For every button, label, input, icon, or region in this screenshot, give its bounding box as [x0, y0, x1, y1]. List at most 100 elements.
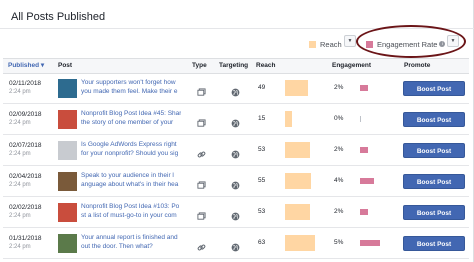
published-date: 02/04/2018	[9, 173, 42, 180]
table-row: 02/04/2018 2:24 pm Speak to your audienc…	[3, 166, 469, 197]
photo-icon	[197, 84, 206, 96]
reach-value: 53	[258, 146, 266, 153]
post-text-line: Nonprofit Blog Post Idea #103: Po	[81, 203, 180, 210]
post-text-line: Nonprofit Blog Post Idea #45: Shar	[81, 110, 181, 117]
reach-bar	[285, 235, 315, 251]
table-row: 02/07/2018 2:24 pm Is Google AdWords Exp…	[3, 135, 469, 166]
header-type[interactable]: Type	[189, 59, 216, 73]
link-icon	[197, 239, 206, 251]
photo-icon	[197, 208, 206, 220]
post-link[interactable]: Nonprofit Blog Post Idea #103: Po st a l…	[81, 202, 181, 220]
reach-value: 49	[258, 84, 266, 91]
highlight-ring	[356, 25, 466, 58]
post-text-line: Your supporters won't forget how	[81, 79, 176, 86]
post-text-line: you made them feel. Make their e	[81, 88, 178, 95]
post-link[interactable]: Speak to your audience in their l anguag…	[81, 171, 181, 189]
engagement-value: 0%	[334, 115, 344, 122]
globe-icon	[231, 208, 240, 221]
post-link[interactable]: Is Google AdWords Express right for your…	[81, 140, 181, 158]
engagement-bar	[360, 240, 380, 246]
posts-panel: All Posts Published Reach ▼ Engagement R…	[0, 0, 474, 262]
engagement-value: 2%	[334, 208, 344, 215]
engagement-value: 5%	[334, 239, 344, 246]
engagement-bar	[360, 178, 374, 184]
header-published[interactable]: Published ▾	[5, 59, 55, 73]
post-thumbnail[interactable]	[58, 110, 77, 129]
sort-down-icon: ▾	[40, 62, 45, 69]
photo-icon	[197, 115, 206, 127]
engagement-value: 2%	[334, 146, 344, 153]
boost-post-button[interactable]: Boost Post	[403, 236, 465, 251]
reach-bar	[285, 142, 310, 158]
engagement-bar	[360, 116, 361, 122]
post-text-line: out the door. Then what?	[81, 243, 153, 250]
post-text-line: for your nonprofit? Should you sig	[81, 150, 179, 157]
post-text-line: Your annual report is finished and	[81, 234, 178, 241]
post-link[interactable]: Nonprofit Blog Post Idea #45: Shar the s…	[81, 109, 181, 127]
reach-bar	[285, 80, 308, 96]
globe-icon	[231, 115, 240, 128]
post-text-line: the story of one member of your	[81, 119, 174, 126]
table-row: 02/11/2018 2:24 pm Your supporters won't…	[3, 73, 469, 104]
boost-post-button[interactable]: Boost Post	[403, 81, 465, 96]
table-row: 02/09/2018 2:24 pm Nonprofit Blog Post I…	[3, 104, 469, 135]
photo-icon	[197, 177, 206, 189]
header-targeting[interactable]: Targeting	[216, 59, 253, 73]
post-thumbnail[interactable]	[58, 141, 77, 160]
globe-icon	[231, 84, 240, 97]
boost-post-button[interactable]: Boost Post	[403, 174, 465, 189]
engagement-value: 4%	[334, 177, 344, 184]
published-time: 2:24 pm	[9, 151, 31, 157]
header-reach[interactable]: Reach	[253, 59, 329, 73]
reach-value: 15	[258, 115, 266, 122]
globe-icon	[231, 146, 240, 159]
reach-bar	[285, 111, 292, 127]
globe-icon	[231, 177, 240, 190]
published-time: 2:24 pm	[9, 213, 31, 219]
post-link[interactable]: Your supporters won't forget how you mad…	[81, 78, 181, 96]
globe-icon	[231, 239, 240, 252]
chevron-down-icon: ▼	[347, 38, 353, 44]
table-row: 02/02/2018 2:24 pm Nonprofit Blog Post I…	[3, 197, 469, 228]
engagement-value: 2%	[334, 84, 344, 91]
reach-value: 53	[258, 208, 266, 215]
published-date: 02/09/2018	[9, 111, 42, 118]
published-date: 02/07/2018	[9, 142, 42, 149]
page-title: All Posts Published	[11, 11, 106, 23]
published-time: 2:24 pm	[9, 244, 31, 250]
header-engagement[interactable]: Engagement	[329, 59, 401, 73]
reach-bar	[285, 204, 310, 220]
header-promote: Promote	[404, 62, 431, 69]
published-time: 2:24 pm	[9, 182, 31, 188]
engagement-bar	[360, 85, 368, 91]
reach-legend-label: Reach	[320, 39, 342, 49]
engagement-bar	[360, 147, 368, 153]
post-thumbnail[interactable]	[58, 234, 77, 253]
published-date: 02/11/2018	[9, 80, 42, 87]
post-link[interactable]: Your annual report is finished and out t…	[81, 233, 181, 251]
published-date: 02/02/2018	[9, 204, 42, 211]
reach-value: 55	[258, 177, 266, 184]
posts-table: Published ▾ Post Type Targeting Reach En…	[3, 58, 469, 259]
boost-post-button[interactable]: Boost Post	[403, 205, 465, 220]
header-post[interactable]: Post	[55, 59, 189, 73]
table-row: 01/31/2018 2:24 pm Your annual report is…	[3, 228, 469, 259]
published-time: 2:24 pm	[9, 89, 31, 95]
published-date: 01/31/2018	[9, 235, 42, 242]
reach-legend: Reach	[309, 37, 342, 51]
post-thumbnail[interactable]	[58, 203, 77, 222]
table-header: Published ▾ Post Type Targeting Reach En…	[3, 58, 469, 74]
post-text-line: Speak to your audience in their l	[81, 172, 174, 179]
reach-metric-dropdown[interactable]: ▼	[344, 35, 356, 47]
post-thumbnail[interactable]	[58, 172, 77, 191]
reach-value: 63	[258, 239, 266, 246]
boost-post-button[interactable]: Boost Post	[403, 143, 465, 158]
engagement-bar	[360, 209, 368, 215]
reach-bar	[285, 173, 311, 189]
post-thumbnail[interactable]	[58, 79, 77, 98]
post-text-line: st a list of must-go-to in your com	[81, 212, 177, 219]
post-text-line: Is Google AdWords Express right	[81, 141, 177, 148]
boost-post-button[interactable]: Boost Post	[403, 112, 465, 127]
post-text-line: anguage about what's in their hea	[81, 181, 179, 188]
link-icon	[197, 146, 206, 158]
